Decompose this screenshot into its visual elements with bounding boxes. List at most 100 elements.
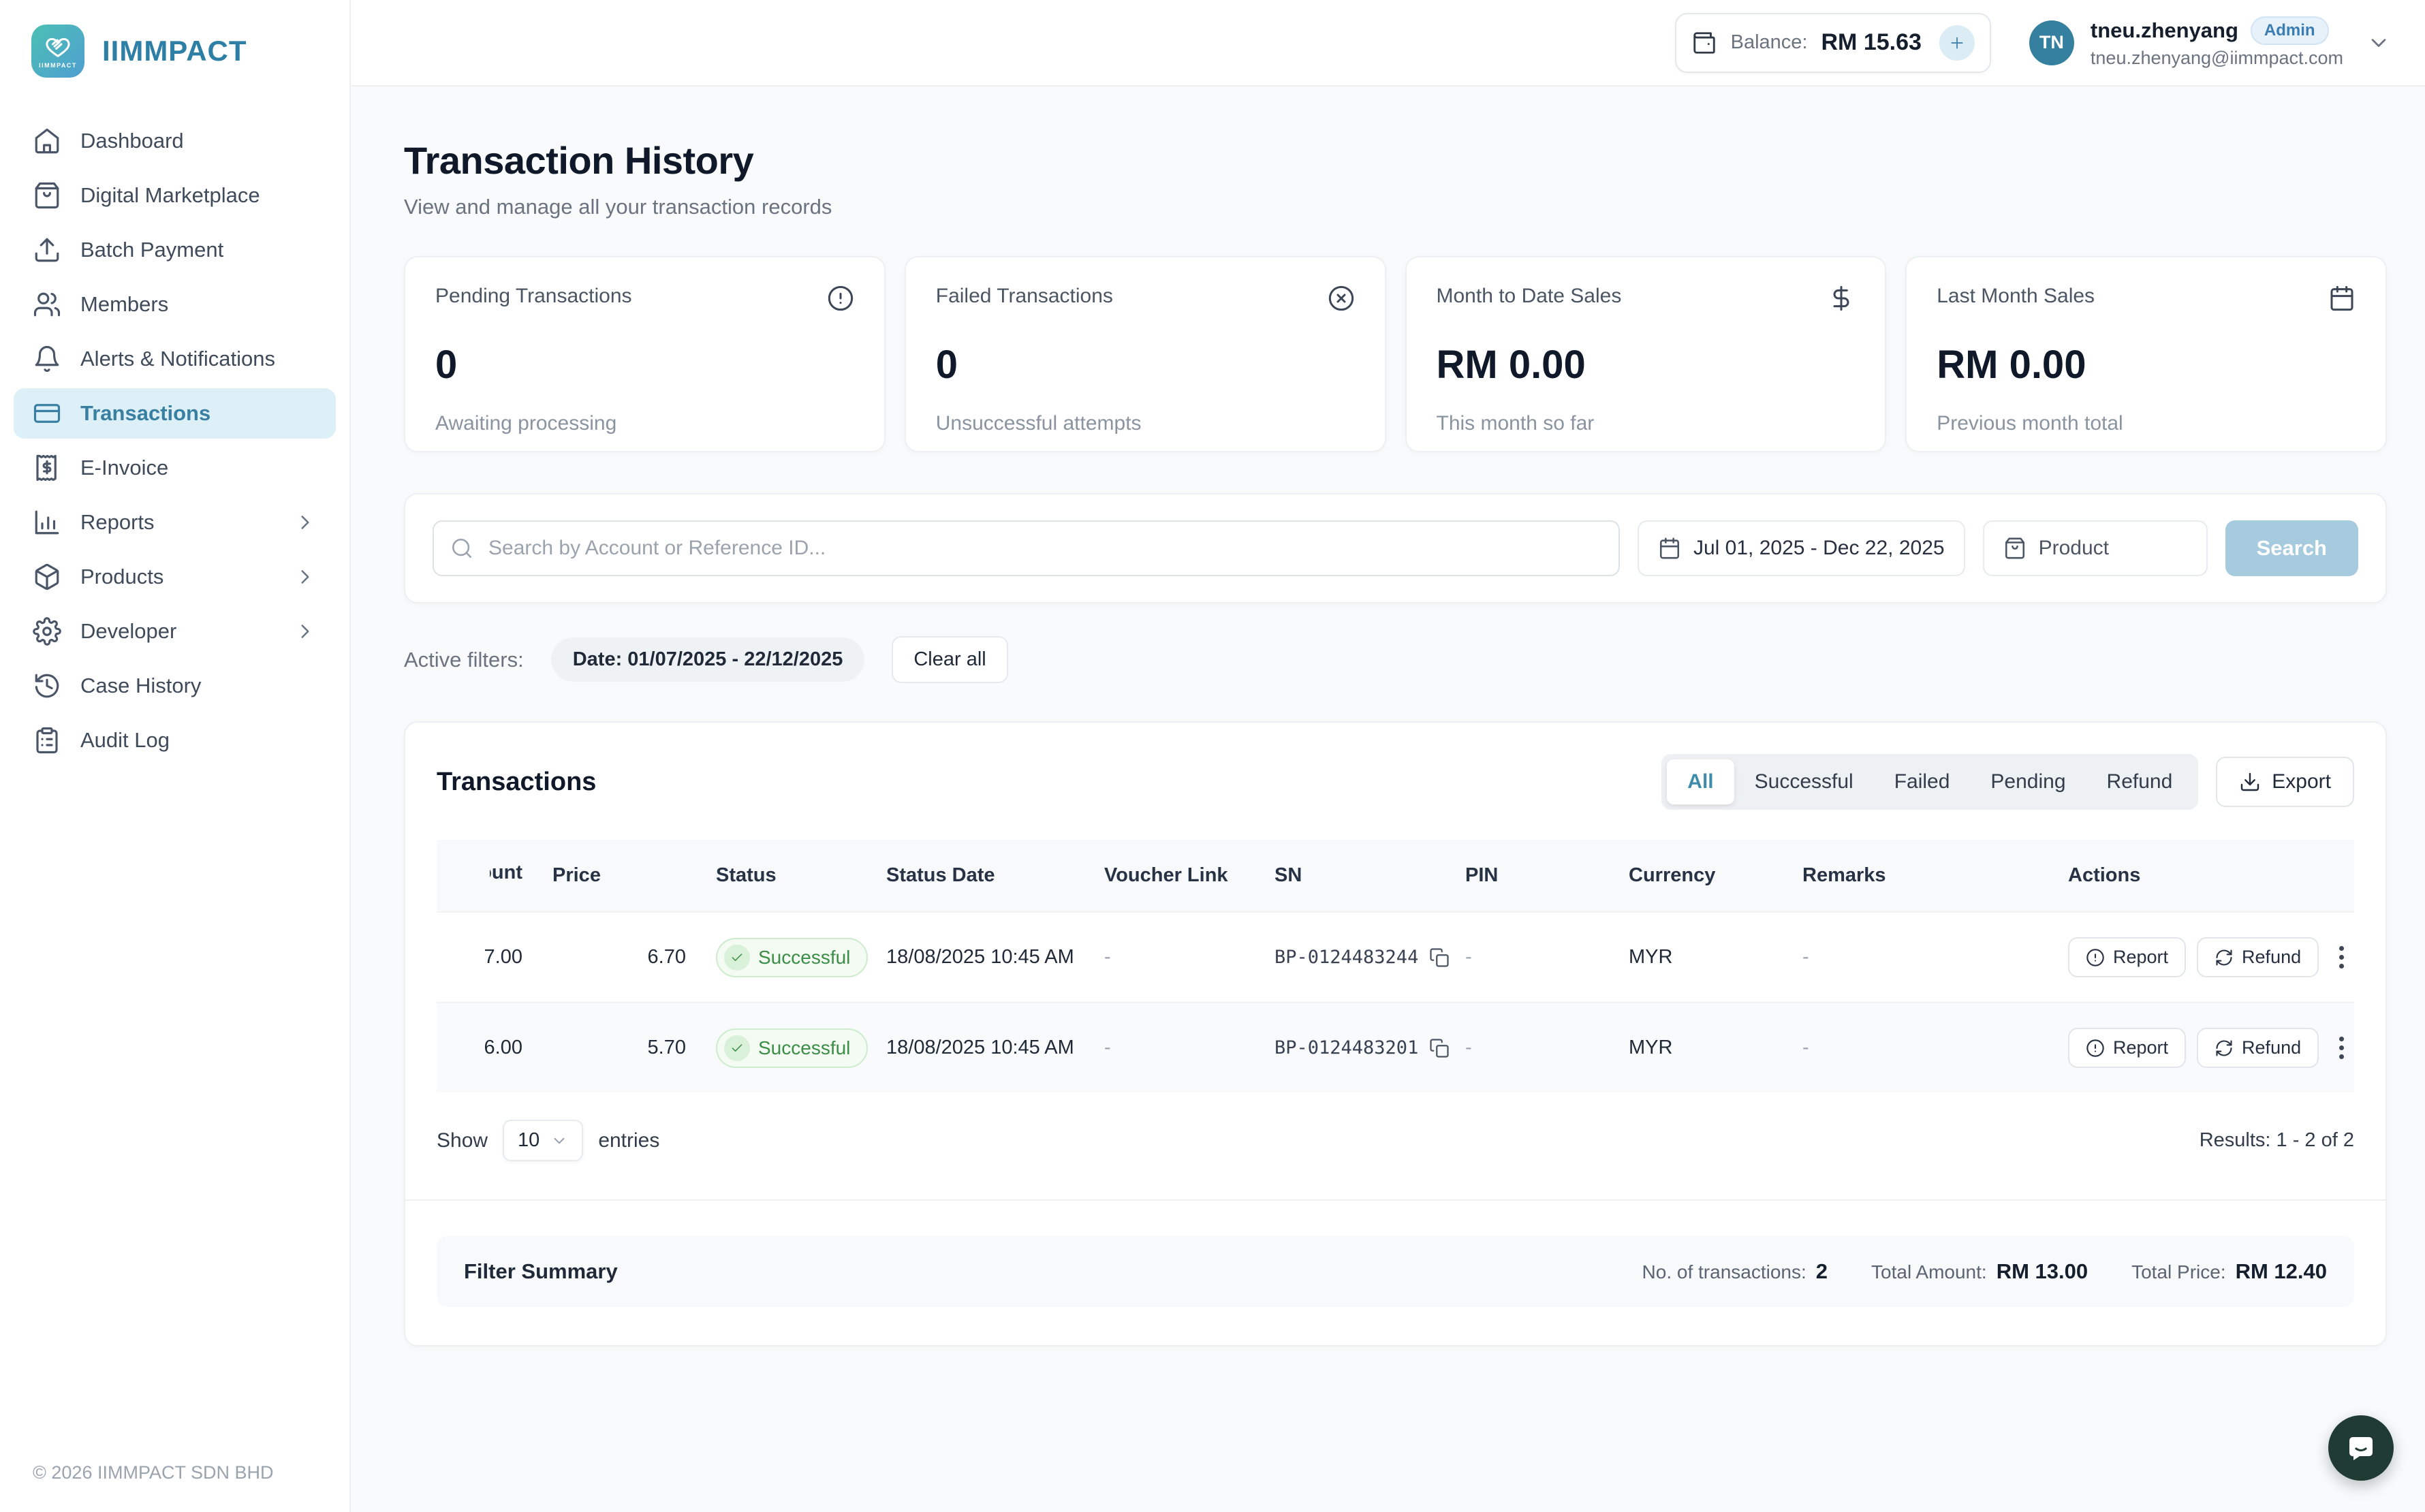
- col-sn: SN: [1274, 840, 1465, 912]
- search-input[interactable]: [433, 520, 1620, 576]
- cell-sn: BP-0124483244: [1274, 912, 1465, 1003]
- x-circle-icon: [1328, 285, 1355, 312]
- row-menu-button[interactable]: [2330, 1030, 2353, 1066]
- chat-widget-button[interactable]: [2328, 1415, 2394, 1481]
- sidebar-item-label: Case History: [80, 674, 201, 698]
- col-currency: Currency: [1629, 840, 1802, 912]
- balance-chip[interactable]: Balance: RM 15.63: [1675, 13, 1991, 73]
- logo-micro-text: IIMMPACT: [39, 62, 77, 69]
- cell-amount: 7.00: [437, 912, 552, 1003]
- sidebar: IIMMPACT IIMMPACT Dashboard Digital Mark…: [0, 0, 351, 1512]
- upload-icon: [33, 236, 61, 264]
- sidebar-item-alerts-notifications[interactable]: Alerts & Notifications: [14, 334, 336, 384]
- transactions-table-wrap: Amount Price Status Status Date Voucher …: [405, 840, 2385, 1092]
- stat-title: Month to Date Sales: [1437, 285, 1622, 308]
- sidebar-item-reports[interactable]: Reports: [14, 497, 336, 548]
- status-badge: Successful: [716, 938, 868, 977]
- sidebar-item-products[interactable]: Products: [14, 552, 336, 602]
- copy-icon[interactable]: [1429, 947, 1450, 968]
- top-header: Balance: RM 15.63 TN tneu.zhenyang Admin…: [351, 0, 2425, 86]
- brand-logo[interactable]: IIMMPACT IIMMPACT: [0, 0, 349, 78]
- sidebar-item-e-invoice[interactable]: E-Invoice: [14, 443, 336, 493]
- chevron-right-icon: [294, 565, 317, 588]
- stats-row: Pending Transactions 0 Awaiting processi…: [404, 256, 2387, 452]
- col-actions: Actions: [2068, 840, 2354, 912]
- product-select[interactable]: Product: [1983, 520, 2208, 576]
- cell-price: 5.70: [552, 1003, 716, 1092]
- search-icon: [450, 537, 473, 560]
- copy-icon[interactable]: [1429, 1038, 1450, 1058]
- sidebar-item-developer[interactable]: Developer: [14, 606, 336, 657]
- tab-refund[interactable]: Refund: [2086, 759, 2193, 804]
- home-icon: [33, 127, 61, 155]
- main-content: Transaction History View and manage all …: [351, 86, 2425, 1512]
- chevron-down-icon[interactable]: [2366, 31, 2391, 55]
- clear-all-button[interactable]: Clear all: [892, 636, 1007, 683]
- sidebar-item-label: Audit Log: [80, 728, 170, 753]
- sidebar-item-case-history[interactable]: Case History: [14, 661, 336, 711]
- show-label: Show: [437, 1129, 488, 1152]
- stat-title: Failed Transactions: [936, 285, 1113, 308]
- summary-amount-label: Total Amount:: [1871, 1261, 1987, 1283]
- col-pin: PIN: [1465, 840, 1629, 912]
- user-menu[interactable]: TN tneu.zhenyang Admin tneu.zhenyang@iim…: [2029, 16, 2391, 69]
- clipboard-icon: [33, 726, 61, 755]
- tab-all[interactable]: All: [1667, 759, 1734, 804]
- sidebar-item-transactions[interactable]: Transactions: [14, 388, 336, 439]
- stat-card-failed: Failed Transactions 0 Unsuccessful attem…: [905, 256, 1386, 452]
- sidebar-item-digital-marketplace[interactable]: Digital Marketplace: [14, 170, 336, 221]
- sidebar-item-label: Alerts & Notifications: [80, 347, 275, 371]
- stat-caption: Unsuccessful attempts: [936, 412, 1355, 435]
- stat-title: Pending Transactions: [435, 285, 632, 308]
- date-range-button[interactable]: Jul 01, 2025 - Dec 22, 2025: [1638, 520, 1965, 576]
- sidebar-item-label: Transactions: [80, 401, 210, 426]
- balance-label: Balance:: [1731, 31, 1808, 54]
- refund-button[interactable]: Refund: [2197, 937, 2319, 977]
- summary-count-label: No. of transactions:: [1642, 1261, 1806, 1283]
- sidebar-item-audit-log[interactable]: Audit Log: [14, 715, 336, 766]
- alert-circle-icon: [2086, 1039, 2105, 1058]
- sidebar-item-batch-payment[interactable]: Batch Payment: [14, 225, 336, 275]
- credit-card-icon: [33, 399, 61, 428]
- topup-button[interactable]: [1939, 25, 1975, 61]
- page-size-select[interactable]: 10: [503, 1120, 583, 1161]
- users-icon: [33, 290, 61, 319]
- tab-failed[interactable]: Failed: [1874, 759, 1971, 804]
- search-box: [433, 520, 1620, 576]
- sidebar-item-label: Dashboard: [80, 129, 184, 153]
- user-name: tneu.zhenyang: [2091, 18, 2238, 43]
- cell-pin: -: [1465, 1003, 1629, 1092]
- plus-icon: [1948, 34, 1966, 52]
- export-button[interactable]: Export: [2216, 757, 2354, 807]
- tab-pending[interactable]: Pending: [1970, 759, 2086, 804]
- sidebar-item-label: Batch Payment: [80, 238, 223, 262]
- sidebar-item-dashboard[interactable]: Dashboard: [14, 116, 336, 166]
- report-button[interactable]: Report: [2068, 937, 2186, 977]
- results-text: Results: 1 - 2 of 2: [2200, 1129, 2354, 1152]
- stat-title: Last Month Sales: [1937, 285, 2095, 308]
- bell-icon: [33, 345, 61, 373]
- cell-actions: Report Refund: [2068, 912, 2354, 1003]
- active-filters-row: Active filters: Date: 01/07/2025 - 22/12…: [404, 636, 2387, 683]
- stat-caption: Awaiting processing: [435, 412, 854, 435]
- receipt-icon: [33, 454, 61, 482]
- table-row: 7.00 6.70 Successful 18/08/2025 10:45 AM…: [437, 912, 2354, 1003]
- col-voucher-link: Voucher Link: [1104, 840, 1274, 912]
- stat-card-last-month-sales: Last Month Sales RM 0.00 Previous month …: [1905, 256, 2387, 452]
- sidebar-nav: Dashboard Digital Marketplace Batch Paym…: [0, 116, 349, 766]
- transactions-title: Transactions: [437, 768, 1661, 797]
- stat-value: 0: [435, 342, 854, 388]
- stat-value: RM 0.00: [1437, 342, 1856, 388]
- row-menu-button[interactable]: [2330, 939, 2353, 975]
- search-button[interactable]: Search: [2225, 520, 2358, 576]
- summary-count-value: 2: [1816, 1259, 1828, 1284]
- sidebar-item-members[interactable]: Members: [14, 279, 336, 330]
- cell-actions: Report Refund: [2068, 1003, 2354, 1092]
- refund-button[interactable]: Refund: [2197, 1028, 2319, 1068]
- transactions-table: Amount Price Status Status Date Voucher …: [437, 840, 2354, 1092]
- divider: [405, 1199, 2385, 1201]
- page-subtitle: View and manage all your transaction rec…: [404, 195, 2387, 219]
- tab-successful[interactable]: Successful: [1734, 759, 1874, 804]
- report-button[interactable]: Report: [2068, 1028, 2186, 1068]
- cell-remarks: -: [1802, 912, 2068, 1003]
